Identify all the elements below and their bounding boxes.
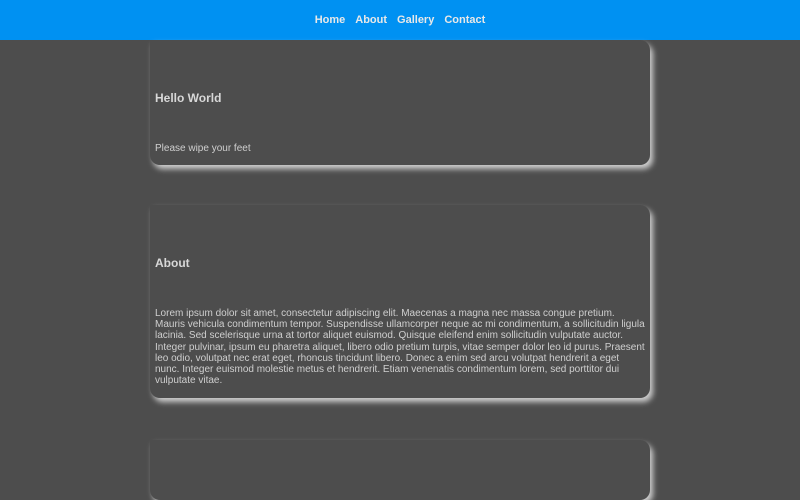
nav-gallery-link[interactable]: Gallery	[392, 14, 439, 26]
hello-world-text: Please wipe your feet	[155, 143, 251, 154]
nav-about-link[interactable]: About	[350, 14, 392, 26]
about-heading: About	[155, 256, 190, 270]
about-text: Lorem ipsum dolor sit amet, consectetur …	[155, 308, 645, 387]
next-section	[150, 440, 650, 500]
nav-contact-link[interactable]: Contact	[439, 14, 490, 26]
top-nav-bar: Home About Gallery Contact	[0, 0, 800, 40]
about-section: About Lorem ipsum dolor sit amet, consec…	[150, 205, 650, 398]
nav-home-link[interactable]: Home	[310, 14, 351, 26]
hello-world-heading: Hello World	[155, 91, 222, 105]
hello-world-section: Hello World Please wipe your feet	[150, 40, 650, 165]
main-nav: Home About Gallery Contact	[310, 14, 491, 26]
